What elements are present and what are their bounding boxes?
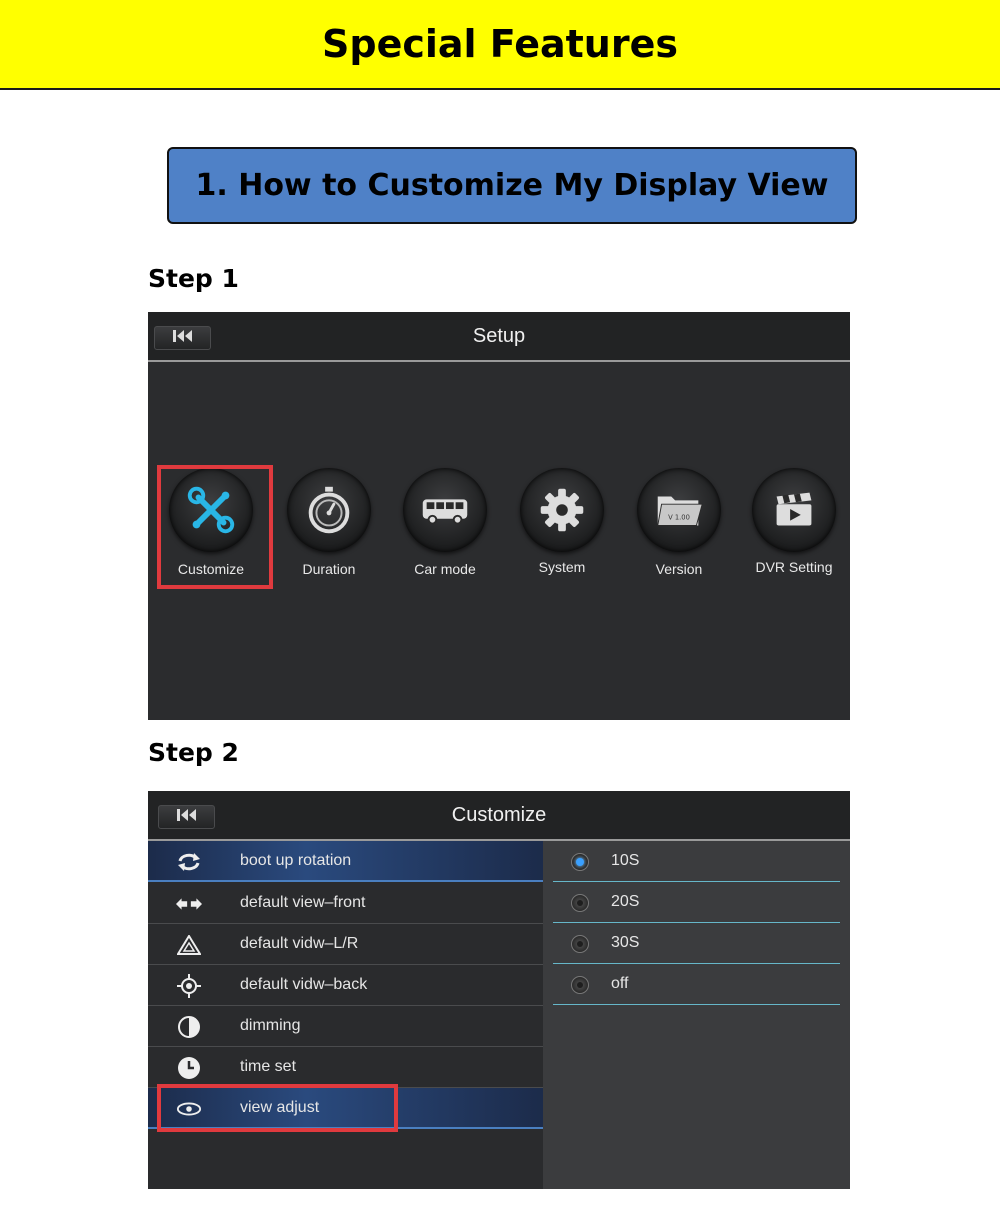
radio-unselected[interactable] bbox=[571, 935, 589, 953]
options-panel: 10S 20S 30S off bbox=[543, 841, 850, 1189]
gear-icon bbox=[520, 468, 604, 552]
list-label: dimming bbox=[240, 1017, 301, 1034]
list-item-boot-up-rotation[interactable]: boot up rotation bbox=[148, 841, 543, 882]
option-10s[interactable]: 10S bbox=[553, 841, 840, 882]
list-item-time-set[interactable]: time set bbox=[148, 1047, 543, 1088]
list-label: time set bbox=[240, 1058, 297, 1075]
option-20s[interactable]: 20S bbox=[553, 882, 840, 923]
folder-version-icon: V 1.00 bbox=[637, 468, 721, 552]
menu-item-system[interactable]: System bbox=[512, 462, 612, 582]
list-item-default-view-front[interactable]: default view–front bbox=[148, 883, 543, 924]
menu-label-dvr-setting: DVR Setting bbox=[755, 559, 833, 575]
list-label: boot up rotation bbox=[240, 852, 352, 869]
page-title: Special Features bbox=[322, 22, 678, 66]
menu-item-version[interactable]: V 1.00 Version bbox=[629, 462, 729, 582]
section-title: 1. How to Customize My Display View bbox=[195, 168, 829, 203]
list-item-default-view-lr[interactable]: default vidw–L/R bbox=[148, 924, 543, 965]
setup-header: Setup bbox=[148, 312, 850, 362]
menu-label-version: Version bbox=[655, 561, 703, 577]
menu-label-car-mode: Car mode bbox=[414, 561, 476, 577]
radio-unselected[interactable] bbox=[571, 976, 589, 994]
list-item-dimming[interactable]: dimming bbox=[148, 1006, 543, 1047]
menu-label-system: System bbox=[538, 559, 586, 575]
rotate-icon bbox=[176, 849, 202, 875]
customize-header: Customize bbox=[148, 791, 850, 841]
option-off[interactable]: off bbox=[553, 964, 840, 1005]
view-adjust-highlight-box bbox=[157, 1084, 398, 1132]
step-2-label: Step 2 bbox=[148, 738, 239, 767]
warning-triangle-icon bbox=[176, 932, 202, 958]
option-label: 10S bbox=[611, 852, 640, 869]
menu-item-duration[interactable]: Duration bbox=[279, 462, 379, 582]
option-30s[interactable]: 30S bbox=[553, 923, 840, 964]
menu-label-duration: Duration bbox=[302, 561, 356, 577]
radio-unselected[interactable] bbox=[571, 894, 589, 912]
left-right-arrows-icon bbox=[176, 891, 202, 917]
clapperboard-icon bbox=[752, 468, 836, 552]
option-label: 20S bbox=[611, 893, 640, 910]
menu-item-car-mode[interactable]: Car mode bbox=[395, 462, 495, 582]
list-label: default vidw–L/R bbox=[240, 935, 359, 952]
back-button[interactable] bbox=[158, 805, 215, 829]
bus-icon bbox=[403, 468, 487, 552]
stopwatch-icon bbox=[287, 468, 371, 552]
customize-title: Customize bbox=[451, 803, 547, 826]
radio-selected[interactable] bbox=[571, 853, 589, 871]
crosshair-icon bbox=[176, 973, 202, 999]
customize-screen: Customize boot up rotation default view–… bbox=[148, 791, 850, 1189]
svg-text:V 1.00: V 1.00 bbox=[668, 514, 690, 522]
skip-back-icon bbox=[172, 329, 194, 348]
half-circle-icon bbox=[176, 1014, 202, 1040]
setup-title: Setup bbox=[472, 324, 526, 347]
settings-list: boot up rotation default view–front defa… bbox=[148, 841, 543, 1189]
list-label: default vidw–back bbox=[240, 976, 368, 993]
step-1-label: Step 1 bbox=[148, 264, 239, 293]
section-heading-box: 1. How to Customize My Display View bbox=[167, 147, 857, 224]
clock-icon bbox=[176, 1055, 202, 1081]
back-button[interactable] bbox=[154, 326, 211, 350]
setup-screen: Setup Customize Duration Car mode System… bbox=[148, 312, 850, 720]
skip-back-icon bbox=[176, 808, 198, 827]
option-label: off bbox=[611, 975, 629, 992]
customize-highlight-box bbox=[157, 465, 273, 589]
list-item-default-view-back[interactable]: default vidw–back bbox=[148, 965, 543, 1006]
header-banner: Special Features bbox=[0, 0, 1000, 90]
option-label: 30S bbox=[611, 934, 640, 951]
menu-item-dvr-setting[interactable]: DVR Setting bbox=[744, 462, 844, 582]
list-label: default view–front bbox=[240, 894, 366, 911]
